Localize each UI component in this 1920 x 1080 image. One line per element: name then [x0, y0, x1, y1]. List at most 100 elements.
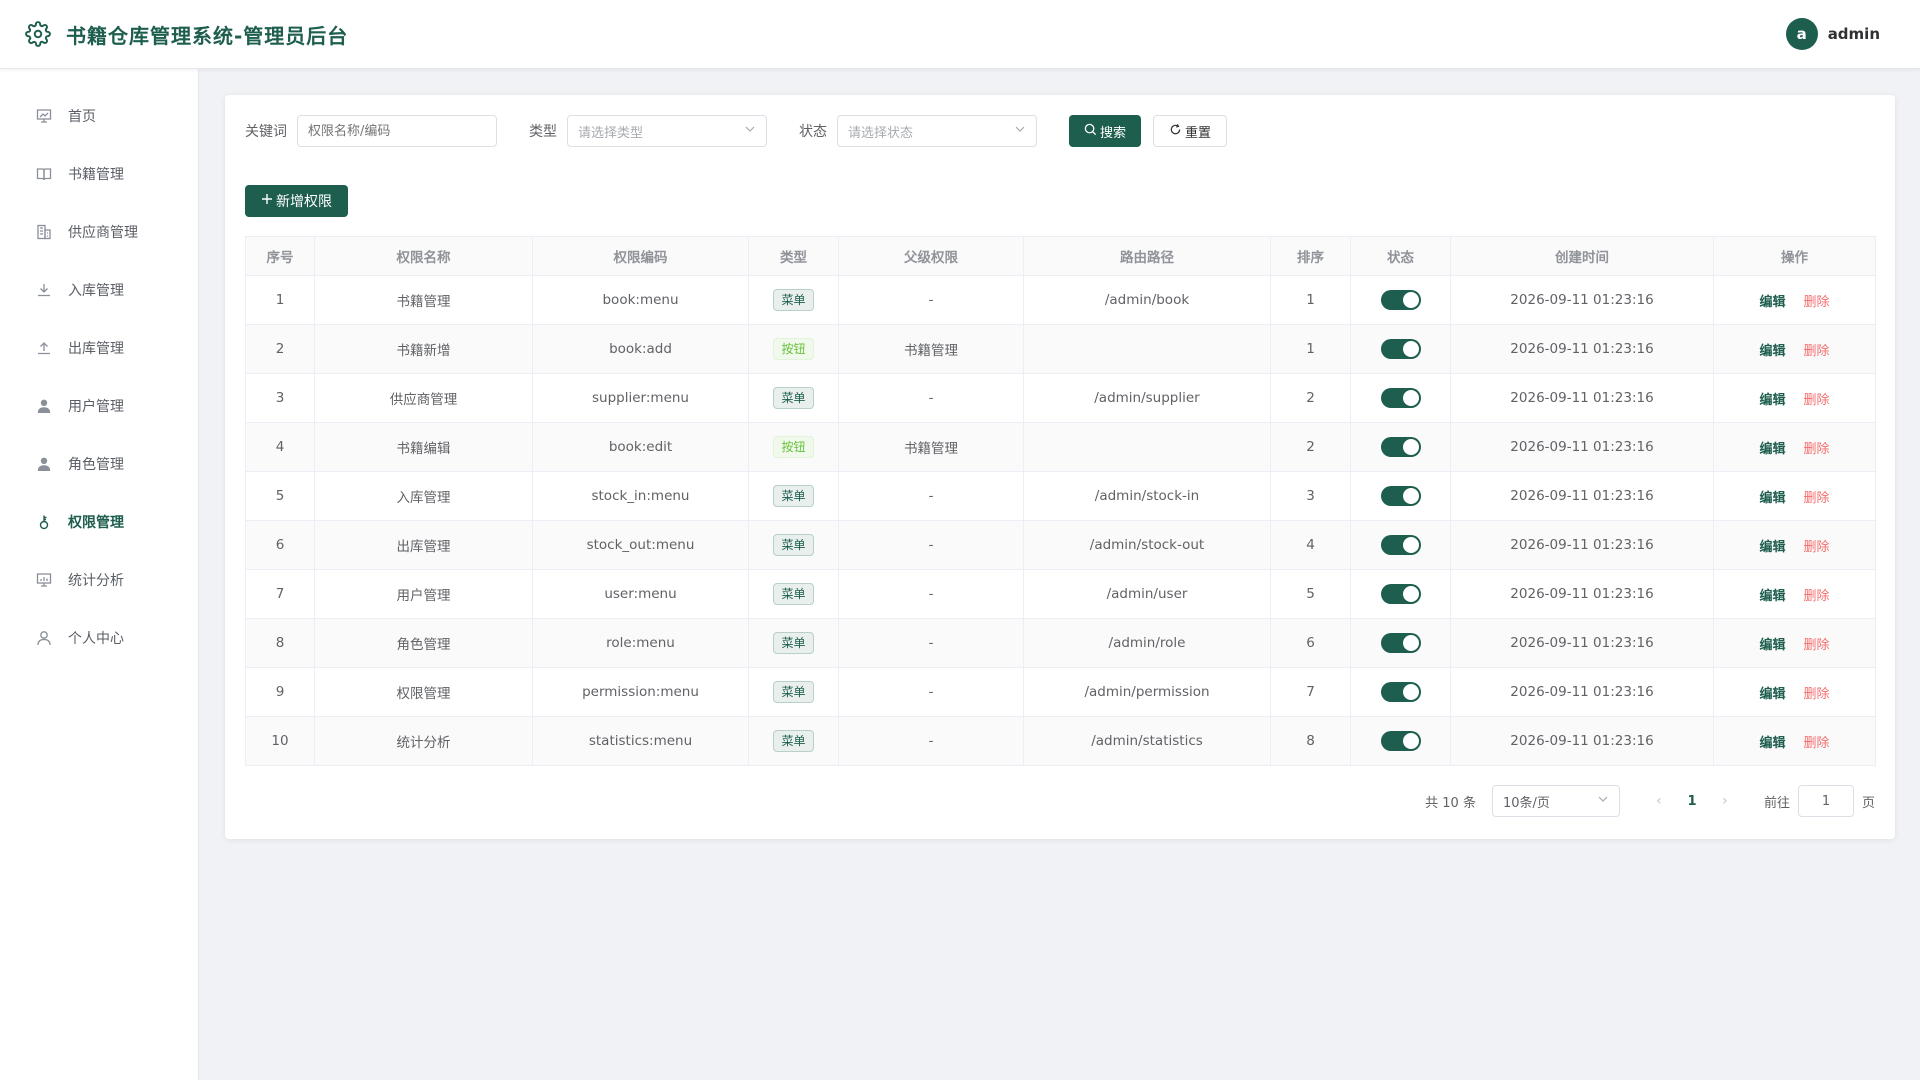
avatar[interactable]: a	[1785, 18, 1818, 50]
delete-link[interactable]: 删除	[1804, 589, 1830, 604]
delete-link[interactable]: 删除	[1804, 393, 1830, 408]
cell-sort: 4	[1270, 520, 1351, 570]
prev-page-icon[interactable]: ‹	[1644, 793, 1674, 809]
sidebar-item[interactable]: 角色管理	[0, 435, 198, 493]
chevron-down-icon	[744, 123, 756, 139]
delete-link[interactable]: 删除	[1804, 491, 1830, 506]
user-menu[interactable]: a admin	[1785, 18, 1880, 50]
cell-parent: -	[838, 716, 1024, 766]
cell-no: 2	[245, 324, 315, 374]
toggle-knob	[1402, 390, 1419, 406]
page-size-select[interactable]: 10条/页	[1491, 785, 1620, 817]
total-count: 共 10 条	[1425, 795, 1476, 811]
cell-created: 2026-09-11 01:23:16	[1450, 324, 1714, 374]
cell-status	[1350, 667, 1451, 717]
col-header: 路由路径	[1023, 236, 1271, 276]
edit-link[interactable]: 编辑	[1759, 393, 1785, 408]
cell-path: /admin/permission	[1023, 667, 1271, 717]
sidebar-item[interactable]: 出库管理	[0, 319, 198, 377]
edit-link[interactable]: 编辑	[1759, 638, 1785, 653]
cell-name: 统计分析	[314, 716, 533, 766]
cell-created: 2026-09-11 01:23:16	[1450, 618, 1714, 668]
cell-status	[1350, 373, 1451, 423]
cell-created: 2026-09-11 01:23:16	[1450, 275, 1714, 325]
sidebar-item[interactable]: 书籍管理	[0, 145, 198, 203]
add-permission-button[interactable]: 新增权限	[245, 185, 348, 217]
cell-code: stock_in:menu	[532, 471, 749, 521]
status-toggle[interactable]	[1380, 339, 1421, 359]
delete-link[interactable]: 删除	[1804, 638, 1830, 653]
sidebar-item[interactable]: 统计分析	[0, 551, 198, 609]
cell-status	[1350, 520, 1451, 570]
sidebar-item[interactable]: 个人中心	[0, 609, 198, 667]
refresh-icon	[1169, 123, 1182, 140]
sidebar-item-label: 首页	[68, 109, 96, 125]
reset-button[interactable]: 重置	[1153, 115, 1228, 147]
table-row: 1 书籍管理 book:menu 菜单 -/admin/book 1 2026-09-11 …	[245, 275, 1876, 325]
edit-link[interactable]: 编辑	[1759, 687, 1785, 702]
cell-code: user:menu	[532, 569, 749, 619]
cell-actions: 编辑 删除	[1713, 569, 1876, 619]
status-toggle[interactable]	[1380, 584, 1421, 604]
sidebar-item[interactable]: 入库管理	[0, 261, 198, 319]
keyword-input[interactable]	[297, 115, 497, 147]
cell-no: 5	[245, 471, 315, 521]
next-page-icon[interactable]: ›	[1710, 793, 1740, 809]
user-filled-icon	[34, 454, 54, 474]
status-label: 状态	[799, 124, 827, 140]
cell-code: role:menu	[532, 618, 749, 668]
edit-link[interactable]: 编辑	[1759, 344, 1785, 359]
status-toggle[interactable]	[1380, 731, 1421, 751]
table-row: 9 权限管理 permission:menu 菜单 -/admin/permission…	[245, 667, 1876, 717]
cell-parent: -	[838, 667, 1024, 717]
edit-link[interactable]: 编辑	[1759, 589, 1785, 604]
delete-link[interactable]: 删除	[1804, 540, 1830, 555]
col-header: 序号	[245, 236, 315, 276]
status-toggle[interactable]	[1380, 290, 1421, 310]
edit-link[interactable]: 编辑	[1759, 442, 1785, 457]
cell-name: 入库管理	[314, 471, 533, 521]
delete-link[interactable]: 删除	[1804, 344, 1830, 359]
search-button[interactable]: 搜索	[1069, 115, 1142, 147]
page-number-current[interactable]: 1	[1674, 794, 1710, 809]
username[interactable]: admin	[1828, 25, 1880, 43]
edit-link[interactable]: 编辑	[1759, 491, 1785, 506]
cell-sort: 3	[1270, 471, 1351, 521]
sidebar-item[interactable]: 用户管理	[0, 377, 198, 435]
delete-link[interactable]: 删除	[1804, 442, 1830, 457]
delete-link[interactable]: 删除	[1804, 736, 1830, 751]
delete-link[interactable]: 删除	[1804, 295, 1830, 310]
cell-no: 1	[245, 275, 315, 325]
status-toggle[interactable]	[1380, 388, 1421, 408]
table-header-row: 序号 权限名称 权限编码 类型 父级权限 路由路径 排序 状态 创建时间 操作	[245, 236, 1876, 276]
type-tag: 菜单	[773, 289, 814, 311]
type-tag: 菜单	[773, 681, 814, 703]
status-select[interactable]: 请选择状态	[837, 115, 1037, 147]
edit-link[interactable]: 编辑	[1759, 540, 1785, 555]
sidebar-item-label: 供应商管理	[68, 225, 138, 241]
col-header: 操作	[1713, 236, 1876, 276]
sidebar-item[interactable]: 供应商管理	[0, 203, 198, 261]
goto-page-input[interactable]	[1797, 785, 1854, 817]
sidebar-item[interactable]: 首页	[0, 87, 198, 145]
cell-no: 10	[245, 716, 315, 766]
delete-link[interactable]: 删除	[1804, 687, 1830, 702]
type-select[interactable]: 请选择类型	[567, 115, 767, 147]
status-toggle[interactable]	[1380, 437, 1421, 457]
sidebar-item[interactable]: 权限管理	[0, 493, 198, 551]
cell-sort: 2	[1270, 373, 1351, 423]
toggle-knob	[1402, 488, 1419, 504]
sidebar-item-label: 入库管理	[68, 283, 124, 299]
cell-no: 8	[245, 618, 315, 668]
col-header: 父级权限	[838, 236, 1024, 276]
cell-actions: 编辑 删除	[1713, 667, 1876, 717]
edit-link[interactable]: 编辑	[1759, 736, 1785, 751]
status-toggle[interactable]	[1380, 633, 1421, 653]
filter-bar: 关键词 类型 请选择类型 状态 请选择状态	[245, 115, 1228, 147]
status-toggle[interactable]	[1380, 535, 1421, 555]
cell-path: /admin/book	[1023, 275, 1271, 325]
edit-link[interactable]: 编辑	[1759, 295, 1785, 310]
status-toggle[interactable]	[1380, 486, 1421, 506]
cell-code: supplier:menu	[532, 373, 749, 423]
status-toggle[interactable]	[1380, 682, 1421, 702]
